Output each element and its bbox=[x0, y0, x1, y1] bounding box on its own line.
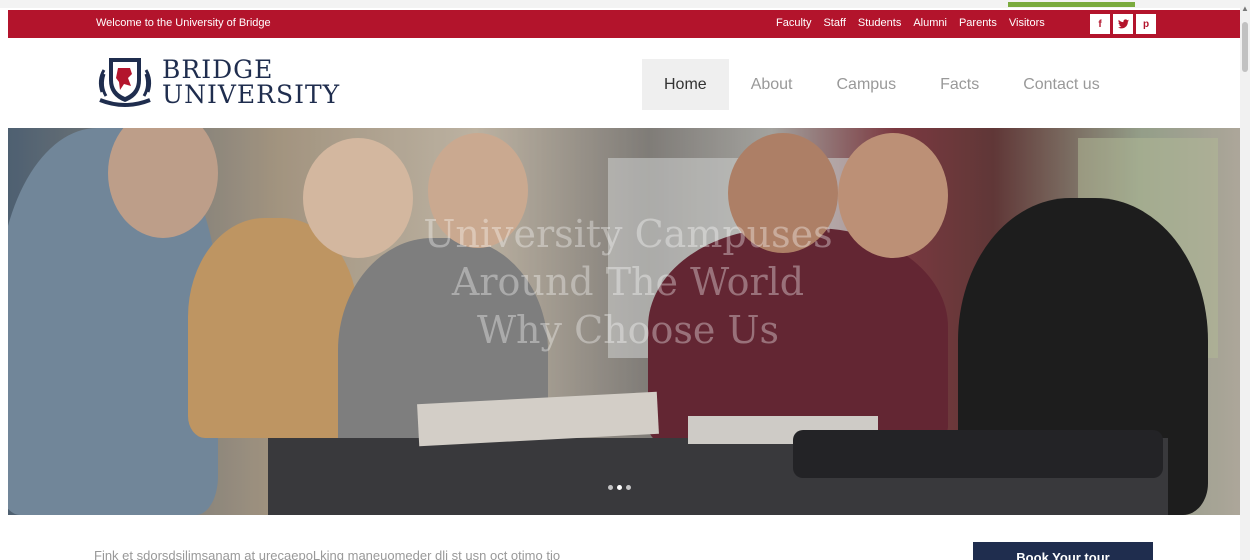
university-logo[interactable]: BRIDGE UNIVERSITY bbox=[96, 52, 340, 112]
accent-tab bbox=[1008, 2, 1135, 7]
link-parents[interactable]: Parents bbox=[959, 17, 997, 29]
book-tour-button[interactable]: Book Your tour bbox=[973, 542, 1153, 560]
audience-links: Faculty Staff Students Alumni Parents Vi… bbox=[776, 17, 1057, 29]
social-links: f p bbox=[1090, 14, 1156, 34]
hero-caption: University Campuses Around The World Why… bbox=[308, 210, 948, 354]
nav-contact-us[interactable]: Contact us bbox=[1001, 59, 1121, 110]
link-visitors[interactable]: Visitors bbox=[1009, 17, 1045, 29]
scroll-up-icon[interactable]: ▲ bbox=[1241, 4, 1249, 13]
shield-crest-icon bbox=[98, 58, 152, 107]
hero-caption-line-3: Why Choose Us bbox=[477, 308, 779, 352]
main-nav: Home About Campus Facts Contact us bbox=[642, 59, 1122, 110]
site-header: BRIDGE UNIVERSITY Home About Campus Fact… bbox=[8, 38, 1240, 128]
link-faculty[interactable]: Faculty bbox=[776, 17, 811, 29]
intro-text: Fink et sdorsdsilimsanam at urecaepoLkin… bbox=[94, 548, 561, 560]
logo-line-2: UNIVERSITY bbox=[162, 80, 341, 109]
link-alumni[interactable]: Alumni bbox=[913, 17, 947, 29]
welcome-text: Welcome to the University of Bridge bbox=[96, 17, 271, 29]
nav-facts[interactable]: Facts bbox=[918, 59, 1001, 110]
slider-dot-1[interactable] bbox=[608, 485, 613, 490]
nav-campus[interactable]: Campus bbox=[815, 59, 919, 110]
slider-dot-2[interactable] bbox=[617, 485, 622, 490]
scrollbar-thumb[interactable] bbox=[1242, 22, 1248, 72]
pinterest-icon[interactable]: p bbox=[1136, 14, 1156, 34]
hero-caption-line-1: University Campuses bbox=[423, 212, 833, 256]
facebook-icon[interactable]: f bbox=[1090, 14, 1110, 34]
logo-wordmark: BRIDGE UNIVERSITY bbox=[162, 57, 340, 107]
logo-line-1: BRIDGE bbox=[162, 55, 274, 84]
hero-caption-line-2: Around The World bbox=[451, 260, 805, 304]
twitter-icon[interactable] bbox=[1113, 14, 1133, 34]
nav-home[interactable]: Home bbox=[642, 59, 729, 110]
nav-about[interactable]: About bbox=[729, 59, 815, 110]
slider-dots bbox=[608, 485, 631, 490]
hero-slider[interactable]: University Campuses Around The World Why… bbox=[8, 128, 1240, 515]
utility-bar: Welcome to the University of Bridge Facu… bbox=[8, 10, 1240, 38]
slider-dot-3[interactable] bbox=[626, 485, 631, 490]
link-staff[interactable]: Staff bbox=[823, 17, 845, 29]
page-scrollbar[interactable]: ▲ bbox=[1240, 0, 1250, 560]
link-students[interactable]: Students bbox=[858, 17, 901, 29]
top-edge bbox=[0, 0, 1240, 8]
twitter-bird-shape bbox=[1117, 19, 1129, 29]
